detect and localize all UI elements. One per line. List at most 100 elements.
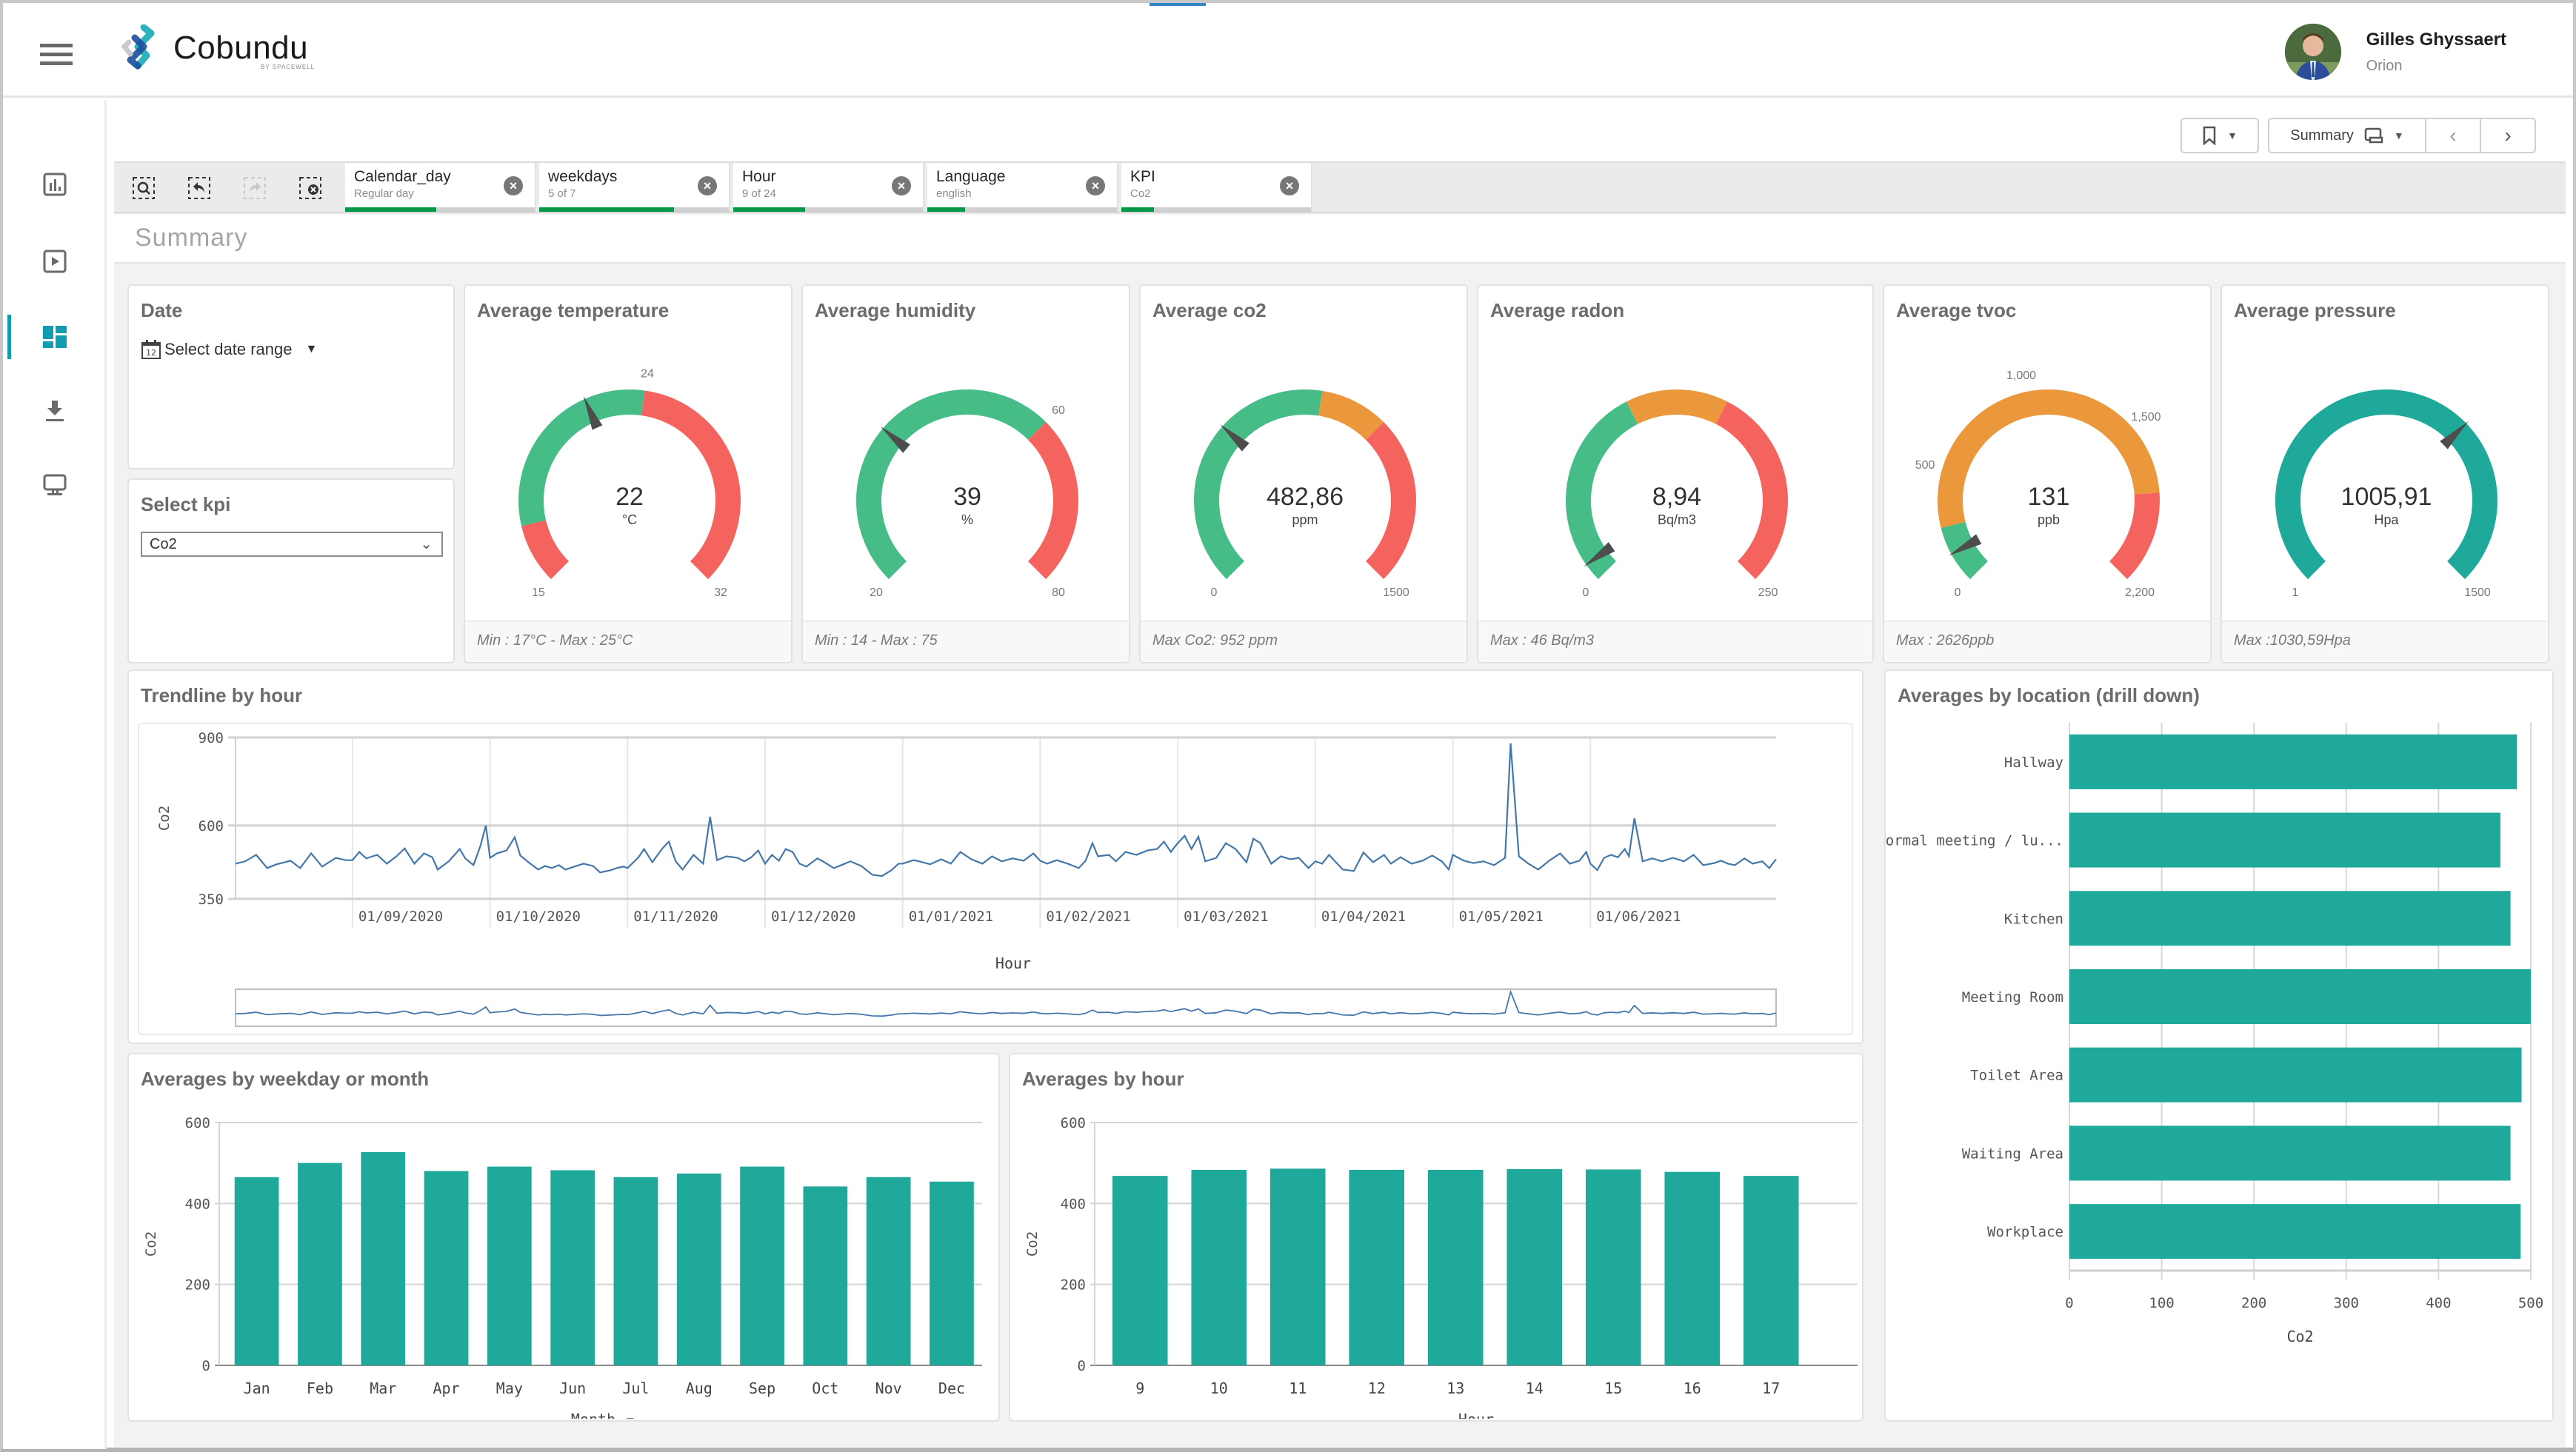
bar-10[interactable] [1191,1169,1247,1365]
gauge-unit: % [961,512,973,527]
gauge-card[interactable]: Average pressure Max :1030,59Hpa 1 1500 1005… [2220,284,2549,663]
sidebar-item-presentation[interactable] [3,239,107,284]
clear-all-selections-button[interactable] [296,173,325,203]
brand-subtitle: BY SPACEWELL [261,64,316,70]
bar-aug[interactable] [676,1173,721,1365]
hour-bar-chart[interactable]: 0 200 400 600 Co2 9 10 11 12 13 14 15 16 17 Hour [1010,1100,1862,1419]
selection-state-fill [345,207,436,212]
bar-waiting-area[interactable] [2069,1125,2511,1181]
selection-chip-hour[interactable]: Hour 9 of 24 × [733,163,924,212]
x-tick-label: 0 [2065,1295,2073,1311]
gauge-card[interactable]: Average humidity Min : 14 - Max : 75 20 60 8… [801,284,1130,663]
bar-nov[interactable] [866,1177,911,1365]
close-icon[interactable]: × [1280,176,1299,195]
x-axis-label[interactable]: Month [571,1411,615,1419]
previous-sheet-button[interactable]: ‹ [2425,118,2481,153]
main-content: ▼ Summary ▼ ‹ › Calendar_day Regular day… [114,107,2566,1447]
y-tick-label: Workplace [1987,1224,2063,1240]
gauge-band [1366,421,1416,580]
step-back-button[interactable] [184,173,214,203]
gauge-card[interactable]: Average radon Max : 46 Bq/m3 0 250 8,94 Bq/m3 [1477,284,1874,663]
bar-oct[interactable] [803,1186,848,1365]
gauge-unit: ppb [2038,512,2060,527]
month-bar-chart[interactable]: 0 200 400 600 Co2 Jan Feb Mar Apr May Jun Jul Aug Sep… [129,1100,998,1419]
bar-meeting-room[interactable] [2069,969,2531,1024]
bar-9[interactable] [1112,1176,1168,1365]
sidebar-item-display[interactable] [3,463,107,507]
gauge-footer: Max :1030,59Hpa [2222,620,2548,662]
menu-icon[interactable] [40,44,73,66]
smart-search-button[interactable] [129,173,159,203]
bar-jun[interactable] [550,1170,595,1365]
bar-feb[interactable] [298,1162,342,1365]
bar-11[interactable] [1269,1168,1326,1365]
location-bar-chart[interactable]: 0 100 200 300 400 500 Hallway Informal meeting … [1886,715,2552,1419]
step-forward-button[interactable] [240,173,270,203]
user-menu[interactable]: Gilles Ghyssaert Orion [2284,24,2506,80]
bar-mar[interactable] [361,1151,406,1365]
close-icon[interactable]: × [504,176,523,195]
gauge-footer-text: Min : 14 - Max : 75 [815,632,938,649]
bar-kitchen[interactable] [2069,891,2511,946]
close-icon[interactable]: × [892,176,911,195]
trendline-chart[interactable]: 01/09/2020 01/10/2020 01/11/2020 01/12/2020… [139,724,1855,1035]
gauge-tick-label: 20 [870,586,883,599]
kpi-selector-card: Select kpi Co2 ⌄ [127,478,455,663]
close-icon[interactable]: × [698,176,717,195]
top-header: Cobundu BY SPACEWELL Gilles Ghyssaert Or… [3,3,2573,98]
bar-may[interactable] [487,1166,532,1365]
caret-down-icon[interactable]: ▼ [627,1413,634,1419]
selection-state-bar [1121,207,1311,212]
gauge-card[interactable]: Average co2 Max Co2: 952 ppm 0 1500 482,86 pp… [1139,284,1468,663]
selection-chip-language[interactable]: Language english × [927,163,1118,212]
y-tick-label: Kitchen [2004,911,2063,927]
bar-12[interactable] [1349,1169,1405,1365]
bar-hallway[interactable] [2069,734,2517,789]
kpi-dropdown[interactable]: Co2 ⌄ [141,532,443,557]
bar-15[interactable] [1585,1169,1641,1365]
bar-toilet-area[interactable] [2069,1047,2522,1103]
bar-13[interactable] [1427,1169,1484,1365]
user-name: Gilles Ghyssaert [2366,29,2506,50]
bar-workplace[interactable] [2069,1204,2521,1259]
gauge-title: Average tvoc [1896,299,2017,321]
bookmark-button[interactable]: ▼ [2180,118,2259,153]
app-window: Cobundu BY SPACEWELL Gilles Ghyssaert Or… [0,0,2576,1452]
bar-14[interactable] [1506,1168,1563,1365]
bar-sep[interactable] [740,1166,784,1365]
bar-16[interactable] [1664,1171,1721,1365]
bar-apr[interactable] [424,1171,469,1365]
bar-informal-meeting-lu[interactable] [2069,812,2500,868]
x-tick-label: 01/01/2021 [909,909,993,925]
brand-logo[interactable]: Cobundu BY SPACEWELL [121,22,314,74]
x-tick-label: 01/06/2021 [1596,909,1681,925]
x-tick-label: 11 [1289,1379,1307,1397]
bar-jan[interactable] [234,1177,279,1365]
x-tick-label: 300 [2334,1295,2359,1311]
date-range-picker[interactable]: 12 Select date range ▼ [141,339,317,360]
sidebar-item-analytics[interactable] [3,162,107,207]
bar-jul[interactable] [613,1177,658,1365]
selection-chip-field: Language [936,168,1006,185]
sidebar-item-download[interactable] [3,389,107,433]
next-sheet-button[interactable]: › [2480,118,2536,153]
gauge-chart: 0 250 8,94Bq/m3 [1566,389,1788,599]
gauge-tick-label: 1 [2292,586,2299,599]
gauge-card[interactable]: Average temperature Min : 17°C - Max : 25… [464,284,793,663]
download-icon [46,401,64,421]
selection-chip-calendar_day[interactable]: Calendar_day Regular day × [345,163,536,212]
sidebar-item-dashboard[interactable] [3,315,107,359]
avatar[interactable] [2284,24,2341,80]
cobundu-logo-icon [121,24,155,70]
sheet-selector[interactable]: Summary ▼ [2268,118,2426,153]
close-icon[interactable]: × [1086,176,1105,195]
range-navigator[interactable] [235,988,1777,1027]
gauge-card[interactable]: Average tvoc Max : 2626ppb 0 500 1,000 1,500 2… [1883,284,2212,663]
selection-chip-kpi[interactable]: KPI Co2 × [1121,163,1312,212]
gauge-footer: Max : 46 Bq/m3 [1478,620,1872,662]
bar-17[interactable] [1743,1176,1799,1365]
y-tick-label: 0 [202,1358,210,1374]
bar-dec[interactable] [930,1181,974,1365]
x-tick-label: 15 [1604,1379,1622,1397]
selection-chip-weekdays[interactable]: weekdays 5 of 7 × [539,163,730,212]
